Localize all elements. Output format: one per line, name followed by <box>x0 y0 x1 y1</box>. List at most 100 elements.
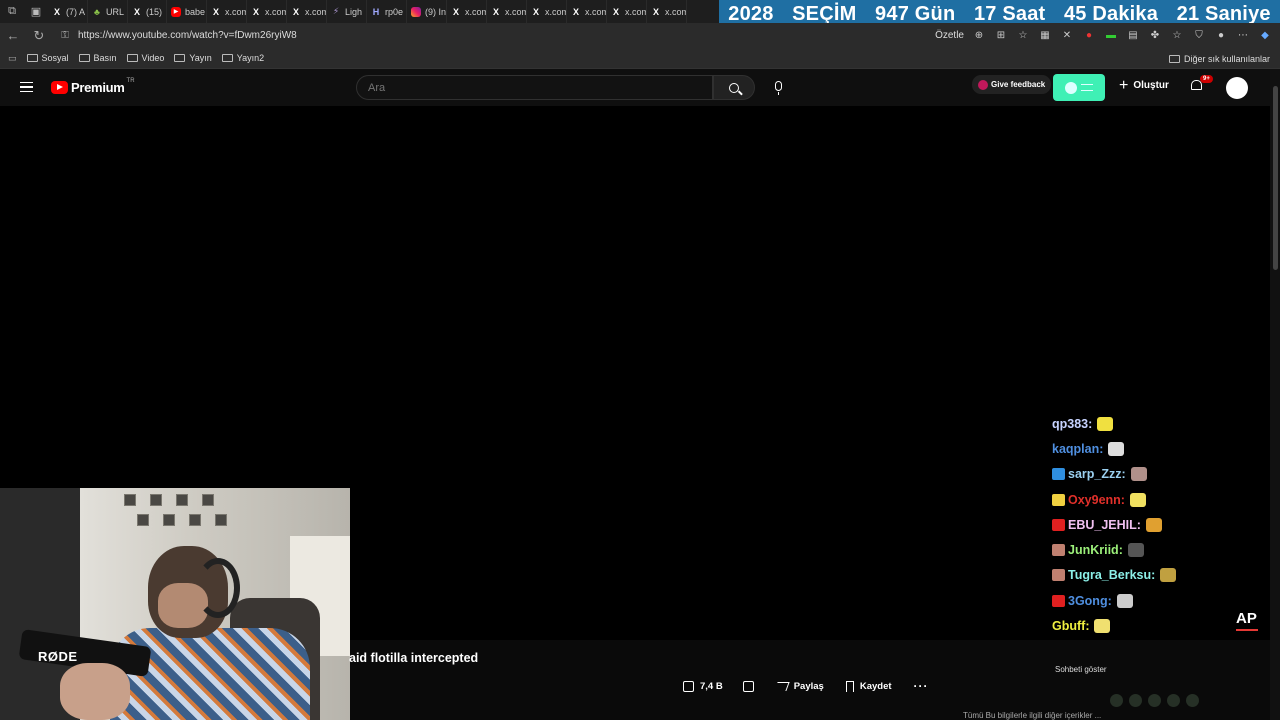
browser-tab[interactable]: Xx.com <box>207 0 248 23</box>
browser-tab[interactable]: Xx.com <box>567 0 608 23</box>
browser-tab[interactable]: Xx.com <box>647 0 688 23</box>
streamer-webcam: RØDE <box>0 488 350 720</box>
chat-username: qp383: <box>1052 416 1093 431</box>
search-button[interactable] <box>713 75 755 100</box>
chat-username: Oxy9enn: <box>1068 492 1125 507</box>
like-count: 7,4 B <box>700 680 723 692</box>
extension-icon[interactable]: ✕ <box>1060 29 1074 43</box>
browser-tab[interactable]: X (15) <box>128 0 168 23</box>
browser-tab[interactable]: Xx.com <box>607 0 648 23</box>
reaction-icon[interactable] <box>1167 694 1180 707</box>
spotify-icon: ♣ <box>94 6 100 17</box>
give-feedback-button[interactable]: Give feedback <box>972 75 1052 94</box>
bookmark-folder[interactable]: Yayın2 <box>221 53 264 63</box>
browser-tab[interactable]: ⚡ Ligh <box>327 0 368 23</box>
chat-message: Gbuff: <box>1052 613 1262 638</box>
browser-tab[interactable]: Hrp0e <box>367 0 408 23</box>
chat-emote-icon <box>1094 619 1111 634</box>
dislike-button[interactable] <box>742 680 754 692</box>
toggle-knob-icon <box>1065 81 1077 94</box>
extension-icon[interactable]: ● <box>1082 29 1096 43</box>
x-icon: X <box>253 6 260 17</box>
browser-tab[interactable]: Xx.com <box>447 0 488 23</box>
feedback-icon <box>978 79 988 90</box>
show-chat-button[interactable]: Sohbeti göster <box>1055 665 1107 674</box>
favorite-star-icon[interactable]: ☆ <box>1016 29 1030 43</box>
back-icon[interactable]: ← <box>0 28 26 43</box>
reload-icon[interactable]: ↻ <box>26 28 52 44</box>
bookmark-folder[interactable]: Video <box>126 53 164 63</box>
reaction-icon[interactable] <box>1148 694 1161 707</box>
more-menu-icon[interactable]: ⋯ <box>1236 29 1250 43</box>
extension-toggle-button[interactable] <box>1053 74 1105 101</box>
extension-icon[interactable]: ▬ <box>1104 29 1118 43</box>
browser-tab[interactable]: Xx.com <box>527 0 568 23</box>
account-avatar[interactable] <box>1226 77 1248 99</box>
folder-icon <box>221 54 233 62</box>
browser-tab[interactable]: (9) In <box>407 0 448 23</box>
extension-icon[interactable]: ▦ <box>1038 29 1052 43</box>
x-icon: X <box>213 6 220 17</box>
other-bookmarks-link[interactable]: Diğer sık kullanılanlar <box>1184 54 1270 64</box>
extensions-puzzle-icon[interactable]: ✤ <box>1148 29 1162 43</box>
copilot-icon[interactable]: ◆ <box>1258 29 1272 43</box>
create-label: Oluştur <box>1133 80 1169 91</box>
reaction-icon[interactable] <box>1110 694 1123 707</box>
tab-label: x.com <box>545 6 568 17</box>
browser-tab[interactable]: ▶ babe <box>167 0 208 23</box>
x-icon: X <box>533 6 540 17</box>
folder-icon <box>1168 54 1180 63</box>
menu-lines-icon <box>1081 84 1093 91</box>
notifications-button[interactable]: 9+ <box>1191 75 1213 94</box>
video-actions: 7,4 B Paylaş Kaydet ··· <box>683 679 929 693</box>
thumbs-up-icon <box>683 680 694 692</box>
browser-tab[interactable]: Xx.com <box>247 0 288 23</box>
more-actions-button[interactable]: ··· <box>914 679 929 693</box>
instagram-icon <box>411 6 422 17</box>
chat-username: EBU_JEHIL: <box>1068 517 1141 532</box>
reaction-icon[interactable] <box>1186 694 1199 707</box>
workspace-icon[interactable]: ⧉ <box>0 0 24 23</box>
tab-label: x.com <box>305 6 328 17</box>
youtube-logo[interactable]: Premium TR <box>51 78 135 95</box>
tab-label: rp0e <box>385 6 404 17</box>
shield-icon[interactable]: ⛉ <box>1192 29 1206 43</box>
scrollbar-thumb[interactable] <box>1273 86 1278 270</box>
chat-badge-icon <box>1052 594 1065 607</box>
save-button[interactable]: Kaydet <box>845 680 892 692</box>
browser-tab[interactable]: ♣ URL <box>88 0 128 23</box>
bookmark-folder[interactable]: Sosyal <box>26 53 69 63</box>
chat-message: kaqplan: <box>1052 436 1262 461</box>
menu-icon[interactable] <box>20 82 33 92</box>
site-info-icon[interactable]: ⚿ <box>52 30 78 41</box>
like-button[interactable]: 7,4 B <box>683 680 723 692</box>
tab-label: URL <box>106 6 125 17</box>
tab-actions-icon[interactable]: ▣ <box>24 0 48 23</box>
summarize-button[interactable]: Özetle <box>935 30 964 41</box>
profile-avatar-icon[interactable]: ● <box>1214 29 1228 43</box>
browser-tab[interactable]: Xx.com <box>287 0 328 23</box>
youtube-icon: ▶ <box>171 6 182 17</box>
feedback-label: Give feedback <box>991 80 1046 89</box>
youtube-header: Premium TR Give feedback + Oluştur 9+ <box>0 69 1270 106</box>
create-button[interactable]: + Oluştur <box>1119 77 1169 93</box>
share-button[interactable]: Paylaş <box>774 681 824 692</box>
bookmark-folder[interactable]: Yayın <box>174 53 212 63</box>
bookmark-folder[interactable]: Basın <box>78 53 117 63</box>
browser-tab[interactable]: X (7) A <box>48 0 88 23</box>
ap-logo: AP <box>1236 610 1257 627</box>
translate-icon[interactable]: ⊕ <box>972 29 986 43</box>
reading-view-icon[interactable]: ▭ <box>8 53 17 64</box>
bookmark-icon <box>845 680 854 692</box>
extension-icon[interactable]: ▤ <box>1126 29 1140 43</box>
search-input[interactable] <box>368 76 688 99</box>
x-icon: X <box>653 6 660 17</box>
tab-label: x.com <box>465 6 488 17</box>
browser-tab[interactable]: Xx.com <box>487 0 528 23</box>
split-screen-icon[interactable]: ⊞ <box>994 29 1008 43</box>
microphone-icon[interactable] <box>775 81 782 95</box>
filter-chips[interactable]: Tümü Bu bilgilerle ilgili diğer içerikle… <box>963 711 1101 720</box>
reaction-icon[interactable] <box>1129 694 1142 707</box>
favorites-icon[interactable]: ☆ <box>1170 29 1184 43</box>
address-bar[interactable]: https://www.youtube.com/watch?v=fDwm26ry… <box>78 30 297 41</box>
